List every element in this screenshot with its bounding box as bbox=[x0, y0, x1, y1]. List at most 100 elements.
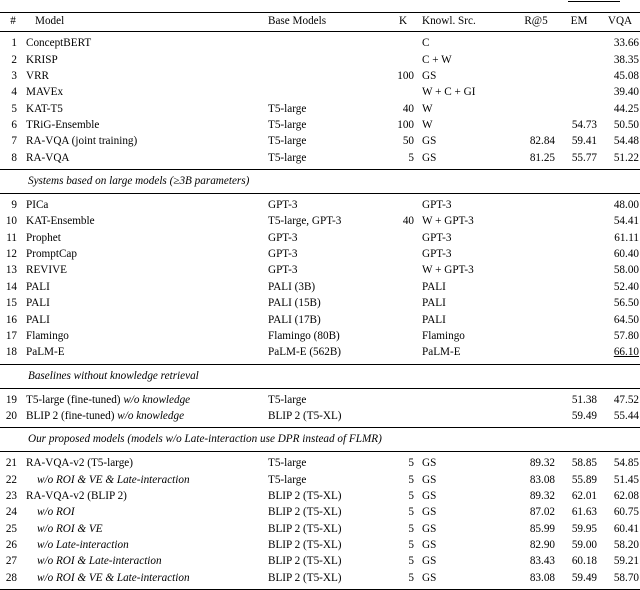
cell-vqa: 56.50 bbox=[613, 297, 639, 310]
cell-num: 2 bbox=[11, 53, 17, 66]
cell-ksrc bbox=[418, 392, 514, 408]
model-label: Prophet bbox=[26, 231, 61, 244]
cell-k bbox=[388, 262, 418, 278]
model-label-emphasis: w/o ROI & Late-interaction bbox=[37, 555, 162, 568]
cell-ksrc: C + W bbox=[422, 53, 452, 66]
cell-r5: 82.84 bbox=[529, 135, 555, 148]
cell-model: MAVEx bbox=[26, 84, 268, 100]
cell-base: BLIP 2 (T5-XL) bbox=[268, 489, 342, 502]
table-rule-thick bbox=[0, 588, 640, 590]
model-label-emphasis: w/o knowledge bbox=[123, 393, 191, 406]
cell-base: T5-large, GPT-3 bbox=[268, 215, 342, 228]
cell-base: BLIP 2 (T5-XL) bbox=[268, 522, 342, 535]
table-row: 5 KAT-T5 T5-large 40 W 44.25 bbox=[0, 101, 640, 117]
table-row: 2 KRISP C + W 38.35 bbox=[0, 52, 640, 68]
cell-vqa: 54.48 bbox=[613, 135, 639, 148]
cell-ksrc: GS bbox=[422, 70, 437, 83]
table-row: 14 PALI PALI (3B) PALI 52.40 bbox=[0, 279, 640, 295]
cell-base: T5-large bbox=[268, 457, 307, 470]
cell-num: 28 bbox=[5, 571, 17, 584]
cell-k: 100 bbox=[397, 70, 414, 83]
table-row: 17 Flamingo Flamingo (80B) Flamingo 57.80 bbox=[0, 328, 640, 344]
cell-base bbox=[268, 35, 388, 51]
cell-k: 5 bbox=[408, 538, 414, 551]
cell-model: BLIP 2 (fine-tuned) w/o knowledge bbox=[26, 408, 268, 424]
cell-model: PaLM-E bbox=[26, 344, 268, 360]
column-header-5: Knowl. Src. bbox=[422, 15, 476, 27]
cell-em: 59.95 bbox=[571, 522, 597, 535]
table-row: 18 PaLM-E PaLM-E (562B) PaLM-E 66.10 bbox=[0, 344, 640, 360]
cell-num: 20 bbox=[5, 409, 17, 422]
model-label: ConceptBERT bbox=[26, 37, 92, 50]
model-label: T5-large (fine-tuned) w/o knowledge bbox=[26, 393, 191, 406]
cell-em: 62.01 bbox=[571, 489, 597, 502]
cell-vqa: 58.20 bbox=[613, 538, 639, 551]
cell-model: KAT-T5 bbox=[26, 101, 268, 117]
cell-ksrc: W bbox=[422, 102, 433, 115]
model-label: w/o ROI & VE & Late-interaction bbox=[26, 570, 190, 586]
cell-r5 bbox=[514, 262, 558, 278]
cell-num: 24 bbox=[5, 506, 17, 519]
cell-k bbox=[388, 35, 418, 51]
cell-num: 9 bbox=[11, 199, 17, 212]
cell-em: 51.38 bbox=[571, 393, 597, 406]
model-label: MAVEx bbox=[26, 86, 64, 99]
cell-k bbox=[388, 312, 418, 328]
cell-ksrc: GPT-3 bbox=[422, 231, 452, 244]
model-label: w/o Late-interaction bbox=[26, 537, 129, 553]
table-row: 16 PALI PALI (17B) PALI 64.50 bbox=[0, 312, 640, 328]
model-label: RA-VQA-v2 (T5-large) bbox=[26, 457, 133, 470]
model-label: RA-VQA bbox=[26, 151, 70, 164]
cell-ksrc: GPT-3 bbox=[422, 248, 452, 261]
table-row: 12 PromptCap GPT-3 GPT-3 60.40 bbox=[0, 246, 640, 262]
cell-k: 5 bbox=[408, 489, 414, 502]
cell-r5 bbox=[514, 101, 558, 117]
table-row: 27 w/o ROI & Late-interaction BLIP 2 (T5-X… bbox=[0, 553, 640, 569]
cell-em: 55.89 bbox=[571, 473, 597, 486]
cell-r5: 82.90 bbox=[529, 538, 555, 551]
cell-k bbox=[388, 392, 418, 408]
cell-model: Flamingo bbox=[26, 328, 268, 344]
cell-ksrc: GS bbox=[422, 522, 437, 535]
cell-vqa: 55.44 bbox=[613, 409, 639, 422]
cell-em: 54.73 bbox=[571, 119, 597, 132]
cell-num: 15 bbox=[5, 297, 17, 310]
cell-model: ConceptBERT bbox=[26, 35, 268, 51]
cell-ksrc: C bbox=[422, 37, 430, 50]
table-row: 19 T5-large (fine-tuned) w/o knowledge T5-… bbox=[0, 392, 640, 408]
cell-k: 5 bbox=[408, 457, 414, 470]
cell-em bbox=[558, 101, 600, 117]
cell-vqa: 51.22 bbox=[613, 151, 639, 164]
cell-ksrc: GS bbox=[422, 135, 437, 148]
cell-num: 3 bbox=[11, 70, 17, 83]
cell-base: BLIP 2 (T5-XL) bbox=[268, 555, 342, 568]
cell-num: 25 bbox=[5, 522, 17, 535]
model-label: PICa bbox=[26, 199, 49, 212]
cell-em bbox=[558, 213, 600, 229]
cell-k: 40 bbox=[402, 102, 414, 115]
cell-base: GPT-3 bbox=[268, 248, 298, 261]
cell-model: PALI bbox=[26, 279, 268, 295]
cell-vqa: 48.00 bbox=[613, 199, 639, 212]
cell-r5 bbox=[514, 117, 558, 133]
model-label: KAT-Ensemble bbox=[26, 215, 95, 228]
cell-base: GPT-3 bbox=[268, 199, 298, 212]
cell-vqa: 44.25 bbox=[613, 102, 639, 115]
table-row: 10 KAT-Ensemble T5-large, GPT-3 40 W + GPT-3… bbox=[0, 213, 640, 229]
cell-model: w/o Late-interaction bbox=[26, 537, 268, 553]
cell-base: BLIP 2 (T5-XL) bbox=[268, 506, 342, 519]
cell-ksrc: GS bbox=[422, 457, 437, 470]
cell-num: 23 bbox=[5, 489, 17, 502]
cell-r5 bbox=[514, 408, 558, 424]
cell-vqa: 58.00 bbox=[613, 264, 639, 277]
cell-ksrc: Flamingo bbox=[422, 329, 465, 342]
model-label: w/o ROI & Late-interaction bbox=[26, 553, 162, 569]
cell-vqa: 60.41 bbox=[613, 522, 639, 535]
cell-ksrc: GS bbox=[422, 506, 437, 519]
column-header-3: Base Models bbox=[268, 15, 327, 27]
cell-base: T5-large bbox=[268, 102, 307, 115]
cell-model: PALI bbox=[26, 295, 268, 311]
cell-base: PALI (17B) bbox=[268, 313, 321, 326]
cell-em bbox=[558, 68, 600, 84]
cell-r5 bbox=[514, 35, 558, 51]
